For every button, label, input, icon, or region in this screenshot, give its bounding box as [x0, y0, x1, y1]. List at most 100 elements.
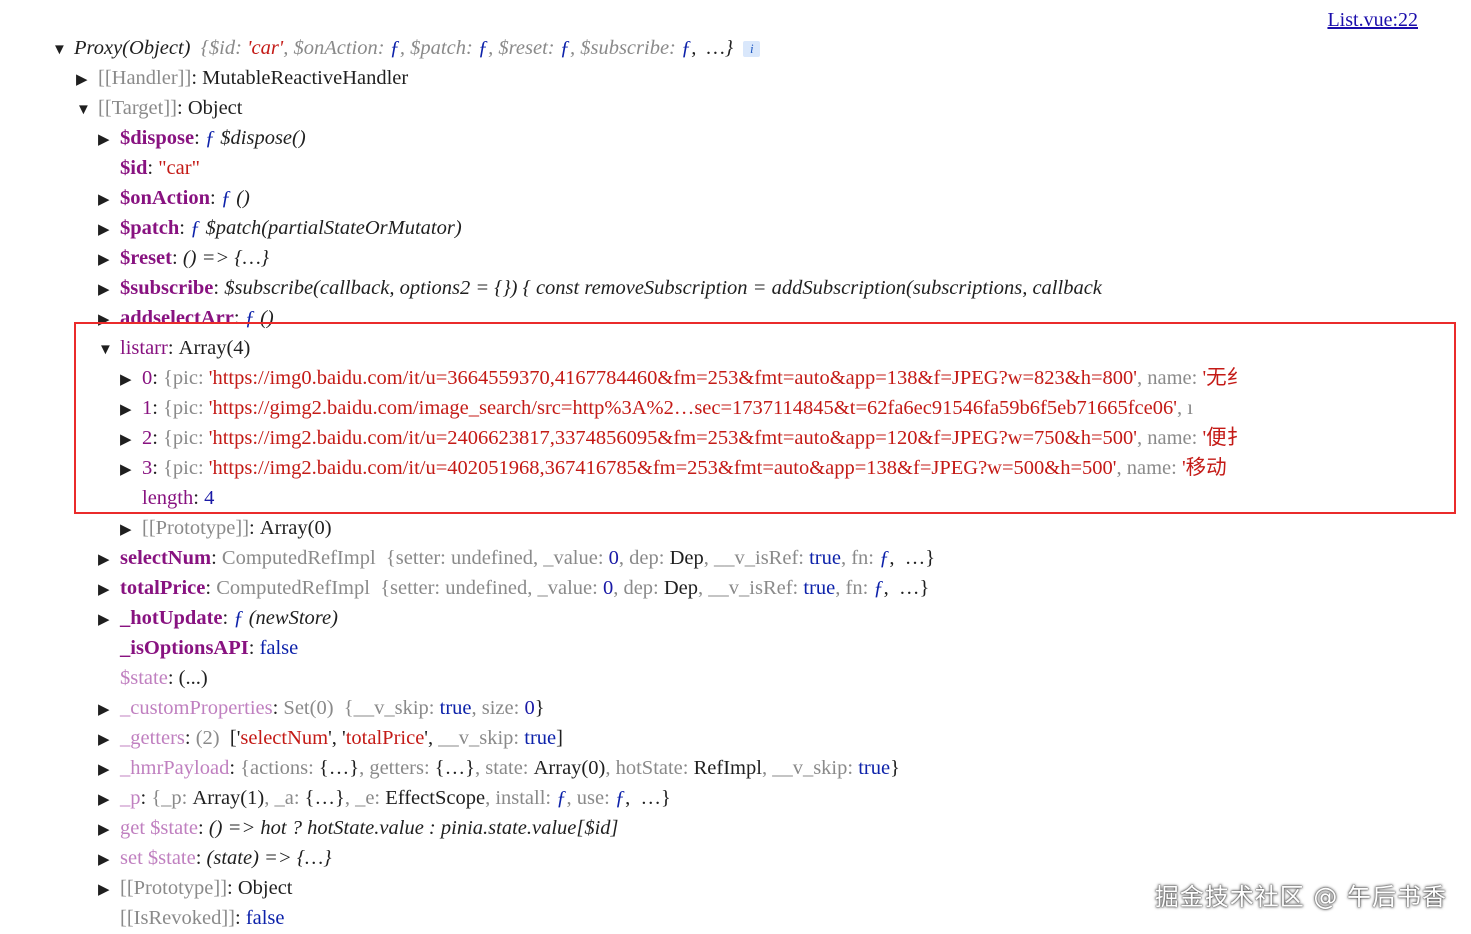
token: ComputedRefImpl — [221, 547, 376, 569]
token: : Object — [227, 877, 293, 899]
token: ƒ — [614, 787, 626, 809]
caret-collapsed-icon[interactable]: ▶ — [98, 545, 120, 575]
token: , $onAction: — [283, 37, 390, 59]
tree-row: [[IsRevoked]]: false — [98, 903, 285, 933]
token: , _value: — [532, 547, 609, 569]
caret-expanded-icon[interactable]: ▼ — [76, 95, 98, 125]
token: Proxy(Object) — [74, 37, 191, 59]
tree-row[interactable]: ▶ $patch: ƒ $patch(partialStateOrMutator) — [98, 213, 462, 243]
tree-row[interactable]: ▶ selectNum: ComputedRefImpl {setter: und… — [98, 543, 935, 573]
token: : (...) — [167, 667, 208, 689]
tree-row[interactable]: ▶ _hotUpdate: ƒ (newStore) — [98, 603, 338, 633]
info-icon[interactable]: i — [743, 41, 761, 58]
token: [[Prototype]] — [120, 877, 228, 899]
token: false — [259, 637, 299, 659]
token: ', — [424, 727, 439, 749]
caret-collapsed-icon[interactable]: ▶ — [98, 815, 120, 845]
caret-collapsed-icon[interactable]: ▶ — [98, 875, 120, 905]
token: ] — [556, 727, 563, 749]
tree-row[interactable]: ▶ _customProperties: Set(0) {__v_skip: tr… — [98, 693, 545, 723]
caret-collapsed-icon[interactable]: ▶ — [98, 125, 120, 155]
token: , …} — [625, 787, 671, 809]
token: totalPrice — [345, 727, 425, 749]
token: : — [205, 577, 217, 599]
tree-row[interactable]: ▶ get $state: () => hot ? hotState.value … — [98, 813, 619, 843]
tree-row[interactable]: ▶ _p: {_p: Array(1), _a: {…}, _e: EffectS… — [98, 783, 671, 813]
token: , __v_isRef: — [703, 547, 810, 569]
token: selectNum — [240, 727, 329, 749]
caret-collapsed-icon[interactable]: ▶ — [98, 275, 120, 305]
tree-row: $id: "car" — [98, 153, 200, 183]
tree-row[interactable]: ▶ [[Handler]]: MutableReactiveHandler — [76, 63, 408, 93]
token: , …} — [691, 37, 734, 59]
token: (newStore) — [243, 607, 338, 629]
token: , __v_skip: — [761, 757, 859, 779]
token: RefImpl — [693, 757, 762, 779]
caret-collapsed-icon[interactable]: ▶ — [98, 215, 120, 245]
tree-row[interactable]: ▼ [[Target]]: Object — [76, 93, 242, 123]
token: : — [211, 547, 222, 569]
token: , …} — [889, 547, 936, 569]
caret-collapsed-icon[interactable]: ▶ — [76, 65, 98, 95]
tree-row[interactable]: ▶ totalPrice: ComputedRefImpl {setter: un… — [98, 573, 929, 603]
token: EffectScope — [385, 787, 486, 809]
token: : Object — [177, 97, 243, 119]
caret-collapsed-icon[interactable]: ▶ — [98, 605, 120, 635]
token: {__v_skip: — [343, 697, 440, 719]
token: } — [534, 697, 545, 719]
token: : — [179, 217, 191, 239]
caret-collapsed-icon[interactable]: ▶ — [98, 245, 120, 275]
caret-collapsed-icon[interactable]: ▶ — [98, 725, 120, 755]
token: _hotUpdate — [120, 607, 223, 629]
tree-row[interactable]: ▶ set $state: (state) => {…} — [98, 843, 331, 873]
token: : — [195, 847, 207, 869]
caret-collapsed-icon[interactable]: ▶ — [98, 185, 120, 215]
token: _getters — [120, 727, 185, 749]
token: $subscribe(callback, options2 = {}) { co… — [224, 277, 1102, 299]
token: , $patch: — [399, 37, 478, 59]
token: , $subscribe: — [569, 37, 681, 59]
tree-row[interactable]: ▶ _hmrPayload: {actions: {…}, getters: {…… — [98, 753, 900, 783]
token: : MutableReactiveHandler — [191, 67, 409, 89]
token: "car" — [158, 157, 200, 179]
token: false — [245, 907, 285, 929]
token: ƒ — [556, 787, 567, 809]
token: Set(0) — [283, 697, 334, 719]
caret-collapsed-icon[interactable]: ▶ — [98, 785, 120, 815]
tree-row: $state: (...) — [98, 663, 208, 693]
tree-row: _isOptionsAPI: false — [98, 633, 298, 663]
tree-row[interactable]: ▶ $reset: () => {…} — [98, 243, 269, 273]
token: , …} — [883, 577, 930, 599]
tree-row[interactable]: ▶ _getters: (2) ['selectNum', 'totalPrice… — [98, 723, 563, 753]
token: : — [229, 757, 241, 779]
tree-row[interactable]: ▶ $onAction: ƒ () — [98, 183, 250, 213]
token: , hotState: — [605, 757, 694, 779]
tree-row[interactable]: ▶ $subscribe: $subscribe(callback, option… — [98, 273, 1102, 303]
token: _isOptionsAPI — [120, 637, 249, 659]
tree-row[interactable]: ▶ $dispose: ƒ $dispose() — [98, 123, 306, 153]
token: ƒ — [204, 127, 216, 149]
tree-row[interactable]: ▼ Proxy(Object) {$id: 'car', $onAction: ƒ… — [52, 33, 761, 65]
token: {…} — [434, 757, 475, 779]
token: [[Prototype]] — [142, 517, 250, 539]
token: undefined — [445, 577, 528, 599]
tree-row[interactable]: ▶ [[Prototype]]: Object — [98, 873, 293, 903]
caret-expanded-icon[interactable]: ▼ — [52, 35, 74, 65]
token: true — [803, 577, 836, 599]
caret-collapsed-icon[interactable]: ▶ — [98, 695, 120, 725]
token: 0 — [608, 547, 619, 569]
token: : — [248, 637, 260, 659]
tree-row[interactable]: ▶ [[Prototype]]: Array(0) — [120, 513, 332, 543]
token: true — [809, 547, 841, 569]
caret-collapsed-icon[interactable]: ▶ — [98, 845, 120, 875]
token: {setter: — [380, 577, 446, 599]
caret-collapsed-icon[interactable]: ▶ — [98, 575, 120, 605]
token: true — [524, 727, 557, 749]
token: true — [439, 697, 472, 719]
caret-collapsed-icon[interactable]: ▶ — [98, 755, 120, 785]
caret-collapsed-icon[interactable]: ▶ — [120, 515, 142, 545]
token: Dep — [663, 577, 699, 599]
token: (state) => {…} — [206, 847, 332, 869]
